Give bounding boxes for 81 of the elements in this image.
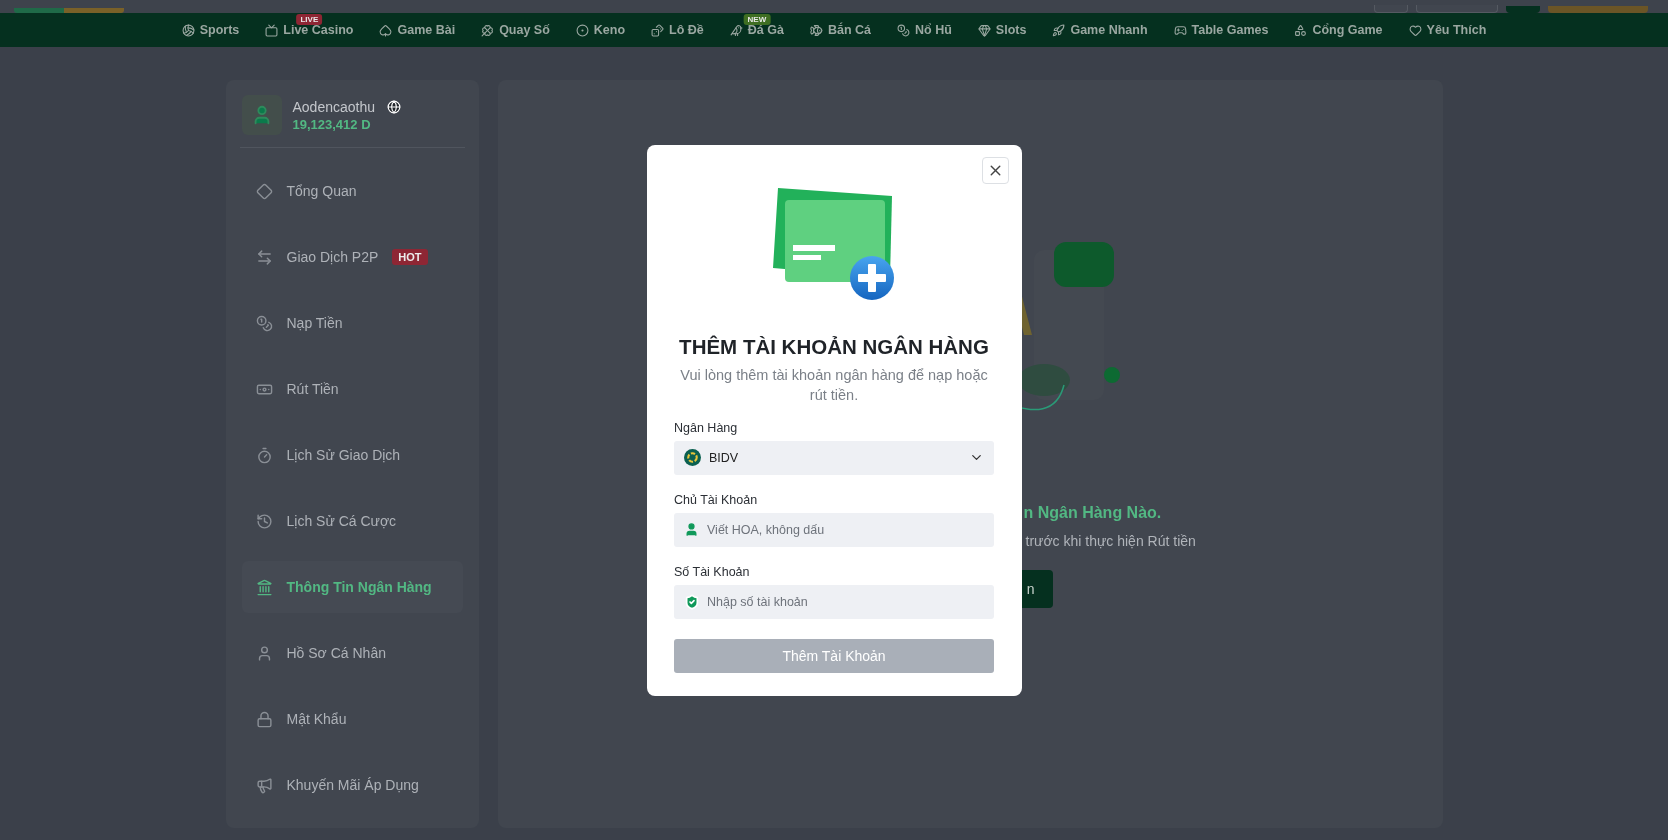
sidebar-item[interactable]: Giao Dịch P2P HOT <box>241 231 463 283</box>
lock-icon <box>255 710 273 728</box>
sidebar-label: Nạp Tiền <box>286 315 343 331</box>
nav-link[interactable]: Keno <box>562 23 639 37</box>
stopwatch-icon <box>255 446 273 464</box>
sidebar-item[interactable]: Thông Tin Ngân Hàng <box>241 561 463 613</box>
input-field[interactable]: Nhập số tài khoản <box>674 584 994 619</box>
bank-icon <box>255 578 273 596</box>
shield-check-icon <box>684 593 700 610</box>
hot-badge: HOT <box>392 249 428 265</box>
sidebar-item[interactable]: Khuyến Mãi Áp Dụng <box>241 759 463 811</box>
nav-link[interactable]: Yêu Thích <box>1395 23 1500 37</box>
sidebar-item[interactable]: Rút Tiền <box>241 363 463 415</box>
spade-icon <box>379 23 393 37</box>
sidebar-label: Khuyến Mãi Áp Dụng <box>286 777 419 793</box>
clover-icon <box>481 23 495 37</box>
nav-badge: NEW <box>743 14 771 25</box>
header-button[interactable] <box>1548 6 1648 13</box>
exchange-icon <box>255 248 273 266</box>
bird-icon <box>729 23 743 37</box>
input-field[interactable]: Viết HOA, không dấu <box>674 512 994 547</box>
rocket-icon <box>1052 23 1066 37</box>
sidebar-label: Rút Tiền <box>286 381 339 397</box>
modal-title: THÊM TÀI KHOẢN NGÂN HÀNG <box>679 334 989 359</box>
coins-icon <box>897 23 911 37</box>
username: Aodencaothu <box>292 98 376 115</box>
sidebar-label: Lịch Sử Cá Cược <box>286 513 397 529</box>
field-label: Chủ Tài Khoản <box>674 492 759 507</box>
field-label: Số Tài Khoản <box>674 564 751 579</box>
sidebar-label: Tổng Quan <box>286 183 357 199</box>
sidebar-item[interactable]: Mật Khẩu <box>241 693 463 745</box>
header-button[interactable] <box>1374 5 1408 13</box>
logo[interactable] <box>14 8 124 13</box>
nav-link[interactable]: Sports <box>168 23 253 37</box>
nav-link[interactable]: Đá Gà <box>716 23 797 37</box>
balance: 19,123,412 D <box>292 116 372 132</box>
bank-select[interactable]: BIDV <box>674 440 994 475</box>
field-label: Ngân Hàng <box>674 420 739 435</box>
sidebar-label: Mật Khẩu <box>286 711 347 727</box>
bank-logo-icon <box>684 449 701 466</box>
nav-link[interactable]: Lô Đề <box>638 23 717 37</box>
nav-badge: LIVE <box>296 14 323 25</box>
user-icon <box>684 522 699 537</box>
modal-subtitle: Vui lòng thêm tài khoản ngân hàng để nạp hoặc rút tiền. <box>679 365 989 405</box>
sidebar-item[interactable]: Lịch Sử Cá Cược <box>241 495 463 547</box>
close-button[interactable] <box>981 156 1009 184</box>
sidebar-item[interactable]: Nạp Tiền <box>241 297 463 349</box>
megaphone-icon <box>255 776 273 794</box>
nav-link[interactable]: Quay Số <box>468 23 563 37</box>
fish-icon <box>809 23 823 37</box>
header-button[interactable] <box>1416 5 1498 13</box>
nav-link[interactable]: Nổ Hũ <box>884 23 965 37</box>
nav-link[interactable]: Live Casino <box>252 23 367 37</box>
empty-subtitle: trước khi thực hiện Rút tiền <box>1025 533 1197 549</box>
tv-icon <box>265 23 279 37</box>
gamepad-icon <box>1173 23 1187 37</box>
coin-icon <box>255 314 273 332</box>
globe-icon <box>387 99 402 114</box>
nav-link[interactable]: Table Games <box>1160 23 1282 37</box>
sidebar-label: Lịch Sử Giao Dịch <box>286 447 401 463</box>
sidebar-label: Hồ Sơ Cá Nhân <box>286 645 386 661</box>
heart-icon <box>1408 23 1422 37</box>
sidebar-item[interactable]: Hồ Sơ Cá Nhân <box>241 627 463 679</box>
sidebar-item[interactable]: Lịch Sử Giao Dịch <box>241 429 463 481</box>
sidebar-item[interactable]: Tổng Quan <box>241 165 463 217</box>
diamond-icon <box>255 182 273 200</box>
nav-link[interactable]: Game Nhanh <box>1039 23 1161 37</box>
gem-icon <box>977 23 991 37</box>
ball-icon <box>181 23 195 37</box>
sidebar-label: Giao Dịch P2P <box>286 249 379 265</box>
sidebar-label: Thông Tin Ngân Hàng <box>286 579 432 595</box>
circle-dot-icon <box>575 23 589 37</box>
header-button[interactable] <box>1506 6 1540 13</box>
dice-icon <box>651 23 665 37</box>
empty-title: n Ngân Hàng Nào. <box>1023 504 1163 522</box>
nav-link[interactable]: Cổng Game <box>1281 23 1396 37</box>
nav-link[interactable]: Slots <box>964 23 1040 37</box>
history-icon <box>255 512 273 530</box>
nav-link[interactable]: Bắn Cá <box>796 23 885 37</box>
nav-link[interactable]: Game Bài <box>366 23 469 37</box>
shapes-icon <box>1294 23 1308 37</box>
